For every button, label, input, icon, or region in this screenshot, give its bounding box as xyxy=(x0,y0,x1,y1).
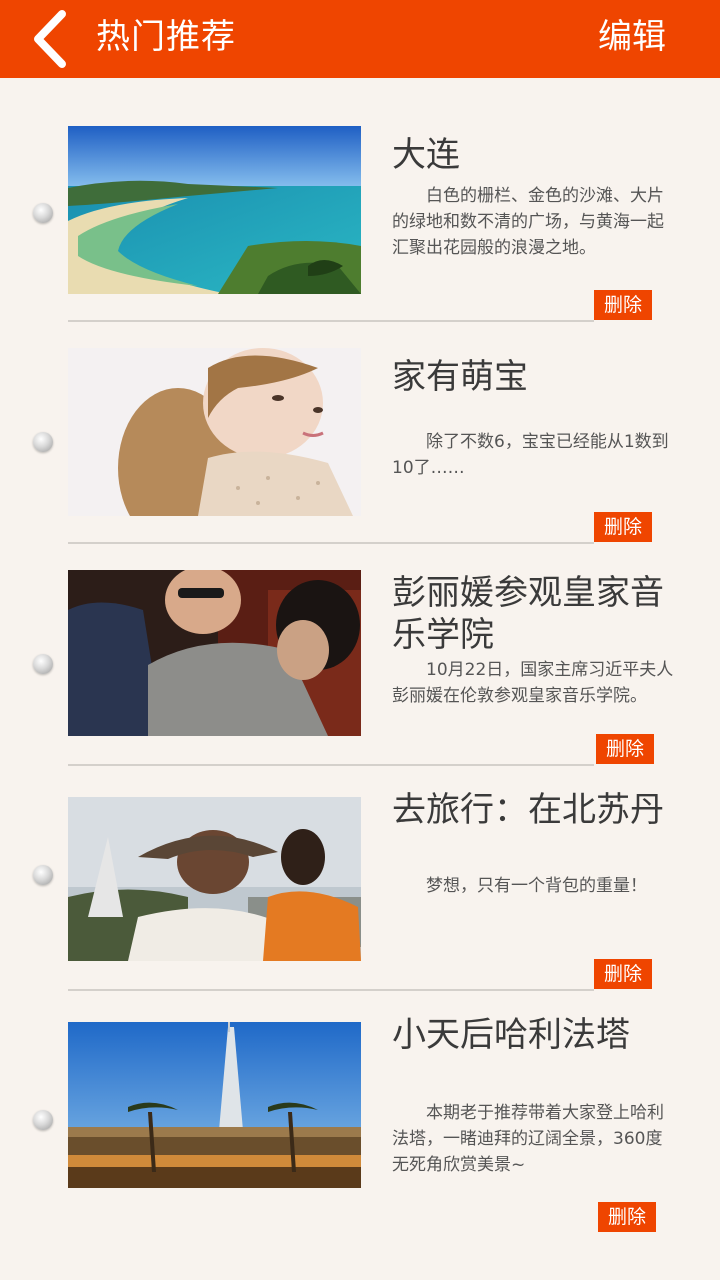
item-title: 去旅行：在北苏丹 xyxy=(392,790,664,830)
edit-button[interactable]: 编辑 xyxy=(598,14,666,60)
back-button[interactable] xyxy=(24,6,80,72)
recommendation-list: 大连 白色的栅栏、金色的沙滩、大片的绿地和数不清的广场，与黄海一起汇聚出花园般的… xyxy=(0,78,720,1280)
item-title: 大连 xyxy=(392,135,460,175)
item-description: 白色的栅栏、金色的沙滩、大片的绿地和数不清的广场，与黄海一起汇聚出花园般的浪漫之… xyxy=(392,186,664,258)
list-item[interactable]: 去旅行：在北苏丹 梦想，只有一个背包的重量！ 删除 xyxy=(0,790,720,1019)
bullet-dot xyxy=(33,203,53,223)
page-title: 热门推荐 xyxy=(96,17,236,57)
item-title: 小天后哈利法塔 xyxy=(392,1015,630,1055)
item-description: 10月22日，国家主席习近平夫人彭丽媛在伦敦参观皇家音乐学院。 xyxy=(392,660,674,706)
thumbnail-travel[interactable] xyxy=(68,797,361,961)
bullet-dot xyxy=(33,1110,53,1130)
list-item[interactable]: 小天后哈利法塔 本期老于推荐带着大家登上哈利法塔，一睹迪拜的辽阔全景，360度无… xyxy=(0,1015,720,1244)
delete-button[interactable]: 删除 xyxy=(598,1202,656,1232)
item-title: 家有萌宝 xyxy=(392,357,528,397)
delete-button[interactable]: 删除 xyxy=(594,290,652,320)
divider xyxy=(68,989,594,991)
delete-button[interactable]: 删除 xyxy=(594,512,652,542)
top-bar: 热门推荐 编辑 xyxy=(0,0,720,78)
list-item[interactable]: 彭丽媛参观皇家音乐学院 10月22日，国家主席习近平夫人彭丽媛在伦敦参观皇家音乐… xyxy=(0,570,720,792)
bullet-dot xyxy=(33,865,53,885)
delete-button[interactable]: 删除 xyxy=(594,959,652,989)
bullet-dot xyxy=(33,654,53,674)
delete-button[interactable]: 删除 xyxy=(596,734,654,764)
divider xyxy=(68,764,594,766)
list-item[interactable]: 大连 白色的栅栏、金色的沙滩、大片的绿地和数不清的广场，与黄海一起汇聚出花园般的… xyxy=(0,126,720,348)
divider xyxy=(68,542,594,544)
thumbnail-burj[interactable] xyxy=(68,1022,361,1188)
chevron-left-icon xyxy=(34,10,66,68)
thumbnail-child[interactable] xyxy=(68,348,361,516)
divider xyxy=(68,320,594,322)
item-description: 梦想，只有一个背包的重量！ xyxy=(426,876,647,896)
item-title: 彭丽媛参观皇家音乐学院 xyxy=(392,573,664,655)
bullet-dot xyxy=(33,432,53,452)
item-description: 本期老于推荐带着大家登上哈利法塔，一睹迪拜的辽阔全景，360度无死角欣赏美景~ xyxy=(392,1103,664,1175)
list-item[interactable]: 家有萌宝 除了不数6，宝宝已经能从1数到10了…… 删除 xyxy=(0,348,720,570)
thumbnail-beach[interactable] xyxy=(68,126,361,294)
thumbnail-visit[interactable] xyxy=(68,570,361,736)
item-description: 除了不数6，宝宝已经能从1数到10了…… xyxy=(392,432,669,478)
